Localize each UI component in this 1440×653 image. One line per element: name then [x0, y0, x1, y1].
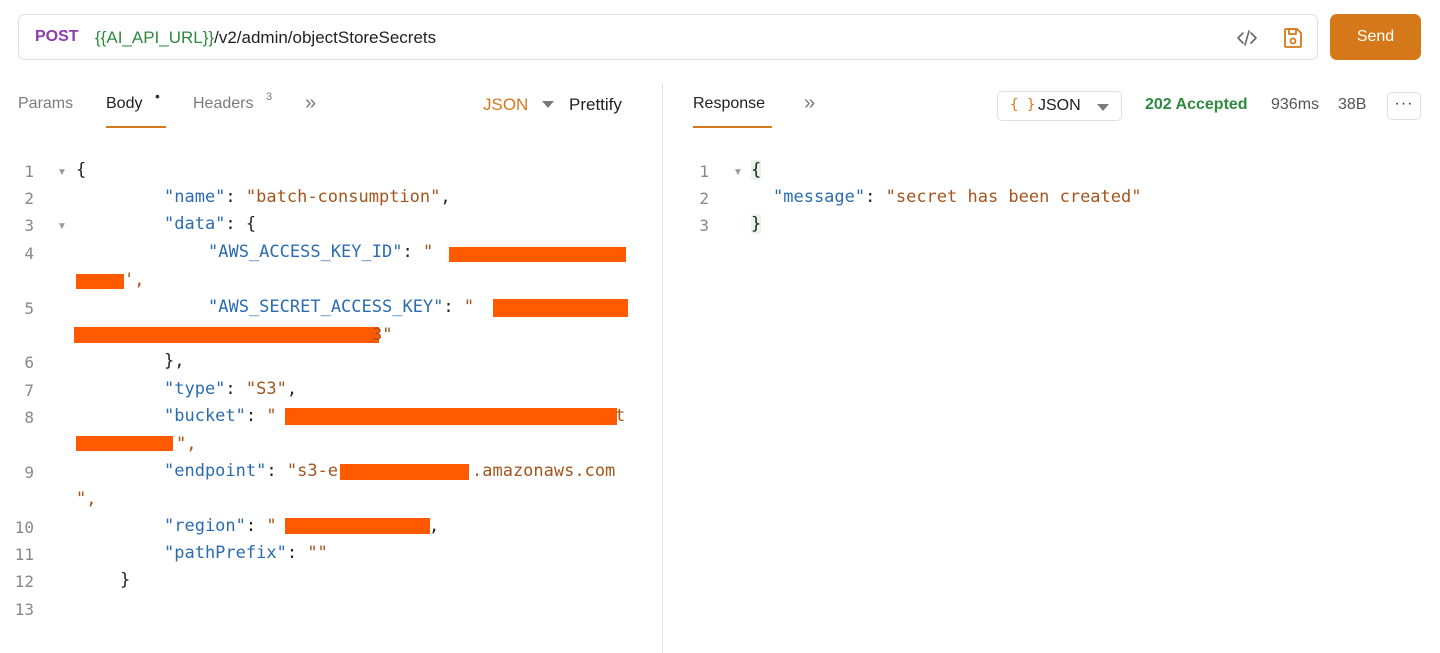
more-tabs-chevron-icon[interactable]: » [305, 92, 316, 115]
tab-params[interactable]: Params [18, 95, 73, 113]
request-url-input[interactable]: {{AI_API_URL}}/v2/admin/objectStoreSecre… [95, 28, 436, 48]
code-line: "endpoint": "s3-e [164, 461, 339, 481]
line-number: 2 [24, 189, 34, 208]
fold-toggle-icon[interactable]: ▼ [57, 221, 67, 232]
redacted-value [76, 274, 124, 289]
code-line: ', [124, 270, 145, 290]
line-number: 9 [24, 463, 34, 482]
code-line: { [751, 160, 762, 180]
line-number: 11 [14, 545, 34, 564]
redacted-value [285, 518, 430, 534]
redacted-value [340, 464, 469, 480]
line-number: 6 [24, 353, 34, 372]
fold-toggle-icon[interactable]: ▼ [733, 167, 743, 178]
tab-response[interactable]: Response [693, 95, 765, 113]
code-line: "name": "batch-consumption", [164, 187, 451, 207]
code-line: "type": "S3", [164, 379, 298, 399]
code-line: { [76, 160, 87, 180]
prettify-button[interactable]: Prettify [569, 95, 622, 115]
code-line: "region": " [164, 516, 277, 536]
line-number: 3 [699, 216, 709, 235]
headers-count-badge: 3 [266, 91, 273, 103]
tab-body[interactable]: Body [106, 95, 142, 113]
code-line: t [615, 406, 626, 426]
code-line: ", [76, 489, 97, 509]
code-line: , [429, 516, 440, 536]
response-more-chevron-icon[interactable]: » [804, 92, 815, 115]
redacted-value [493, 299, 628, 317]
braces-icon: { } [1010, 97, 1036, 113]
body-language-select[interactable]: JSON [483, 95, 528, 115]
http-method[interactable]: POST [35, 28, 79, 46]
code-line: "AWS_ACCESS_KEY_ID": " [208, 242, 434, 262]
line-number: 1 [24, 162, 34, 181]
save-icon[interactable] [1281, 26, 1305, 50]
redacted-value [285, 408, 617, 425]
line-number: 4 [24, 244, 34, 263]
line-number: 13 [14, 600, 34, 619]
redacted-value [74, 327, 379, 343]
response-format-label: JSON [1038, 97, 1081, 114]
line-number: 7 [24, 381, 34, 400]
line-number: 1 [699, 162, 709, 181]
more-options-button[interactable]: ··· [1387, 92, 1421, 120]
code-line: "data": { [164, 214, 257, 234]
line-number: 3 [24, 216, 34, 235]
active-tab-indicator [106, 126, 166, 128]
line-number: 8 [24, 408, 34, 427]
code-snippet-icon[interactable] [1235, 26, 1259, 50]
chevron-down-icon[interactable] [542, 101, 554, 108]
chevron-down-icon [1097, 104, 1109, 111]
fold-toggle-icon[interactable]: ▼ [57, 167, 67, 178]
body-modified-dot: • [155, 88, 160, 104]
code-line: } [120, 570, 131, 590]
status-badge: 202 Accepted [1145, 96, 1248, 113]
code-line: "bucket": " [164, 406, 277, 426]
code-line: .amazonaws.com [472, 461, 616, 481]
code-line: }, [164, 351, 185, 371]
tab-headers[interactable]: Headers [193, 95, 253, 113]
code-line: ", [176, 434, 197, 454]
pane-divider[interactable] [662, 83, 663, 653]
response-format-select[interactable]: { } JSON [997, 91, 1122, 121]
code-line: } [751, 214, 762, 234]
line-number: 2 [699, 189, 709, 208]
url-variable: {{AI_API_URL}} [95, 28, 215, 47]
line-number: 5 [24, 299, 34, 318]
code-line: "pathPrefix": "" [164, 543, 328, 563]
code-line: "message": "secret has been created" [773, 187, 1142, 207]
response-tab-indicator [693, 126, 772, 128]
code-line: "AWS_SECRET_ACCESS_KEY": " [208, 297, 475, 317]
url-path: /v2/admin/objectStoreSecrets [214, 28, 437, 47]
request-url-bar[interactable]: POST {{AI_API_URL}}/v2/admin/objectStore… [18, 14, 1318, 60]
code-line: 3" [372, 325, 393, 345]
redacted-value [76, 436, 173, 451]
response-size: 38B [1338, 96, 1367, 113]
send-button[interactable]: Send [1330, 14, 1421, 60]
response-time: 936ms [1271, 96, 1320, 113]
redacted-value [449, 247, 626, 262]
line-number: 12 [14, 572, 34, 591]
line-number: 10 [14, 518, 34, 537]
